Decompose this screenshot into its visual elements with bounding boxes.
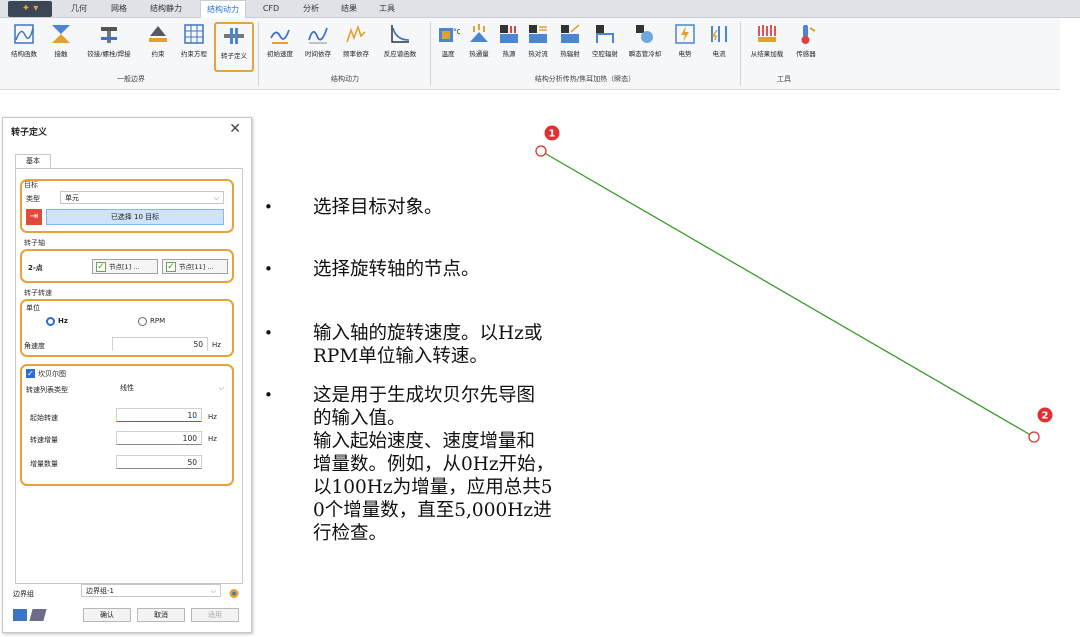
rotor-definition-dialog: 转子定义 ✕ 基本 目标 类型 单元 ⌵ ⇥ 已选择 10 目标 转子轴 2-点 …	[2, 117, 252, 633]
speed-increment-input[interactable]: 100	[116, 431, 202, 445]
apply-button[interactable]: 适用	[191, 608, 239, 622]
rotor-shaft-line[interactable]	[540, 150, 1035, 438]
start-speed-input[interactable]: 10	[116, 408, 202, 422]
boundary-group-select[interactable]: 边界组-1 ⌵	[81, 584, 221, 597]
campbell-checkbox[interactable]: ✓	[26, 369, 35, 378]
callout-number-2: 2	[1042, 411, 1049, 422]
node-2-select-button[interactable]: ✓ 节点[11] ...	[162, 259, 228, 274]
cancel-button[interactable]: 取消	[137, 608, 185, 622]
rpm-radio[interactable]	[138, 317, 147, 326]
chevron-down-icon: ⌵	[210, 587, 216, 595]
axis-method-label: 2-点	[28, 264, 43, 272]
boundary-settings-icon[interactable]	[227, 585, 241, 598]
select-target-icon[interactable]: ⇥	[26, 209, 42, 225]
chevron-down-icon: ⌵	[218, 384, 224, 392]
ok-button[interactable]: 确认	[83, 608, 131, 622]
type-label: 类型	[26, 195, 40, 203]
increment-count-input[interactable]: 50	[116, 455, 202, 469]
bullet-text-speed: 输入轴的旋转速度。以Hz或 RPM单位输入转速。	[313, 323, 543, 367]
bullet-dot: •	[264, 324, 273, 342]
close-icon[interactable]: ✕	[229, 121, 241, 137]
speed-section-label: 转子转速	[24, 289, 52, 297]
type-select[interactable]: 单元 ⌵	[60, 191, 224, 204]
speed-list-type-select[interactable]: 线性 ⌵	[116, 382, 228, 395]
boundary-group-label: 边界组	[13, 590, 34, 598]
target-section-label: 目标	[24, 181, 38, 189]
speed-list-type-label: 转速列表类型	[26, 386, 68, 394]
preview-icon[interactable]	[13, 609, 27, 621]
unit-label: 单位	[26, 304, 40, 312]
selected-targets-field[interactable]: 已选择 10 目标	[46, 209, 224, 225]
chevron-down-icon: ⌵	[213, 194, 219, 202]
check-icon: ✓	[96, 262, 106, 272]
speed-increment-unit: Hz	[208, 435, 217, 443]
hz-radio-label: Hz	[58, 317, 68, 325]
start-speed-label: 起始转速	[30, 414, 58, 422]
rpm-radio-label: RPM	[150, 317, 166, 325]
node-2-marker[interactable]	[1028, 431, 1040, 443]
speed-increment-label: 转速增量	[30, 436, 58, 444]
tab-basic[interactable]: 基本	[15, 154, 51, 168]
callout-number-1: 1	[549, 129, 556, 140]
angular-speed-unit: Hz	[212, 341, 221, 349]
bullet-dot: •	[264, 198, 273, 216]
node-1-marker[interactable]	[535, 145, 547, 157]
bullet-text-axis: 选择旋转轴的节点。	[313, 259, 480, 280]
eraser-icon[interactable]	[29, 609, 47, 621]
angular-speed-label: 角速度	[24, 342, 45, 350]
dialog-title: 转子定义	[11, 128, 48, 138]
node-1-select-button[interactable]: ✓ 节点[1] ...	[92, 259, 158, 274]
axis-section-label: 转子轴	[24, 239, 45, 247]
angular-speed-input[interactable]: 50	[112, 337, 208, 351]
hz-radio[interactable]	[46, 317, 55, 326]
bullet-dot: •	[264, 260, 273, 278]
basic-panel: 目标 类型 单元 ⌵ ⇥ 已选择 10 目标 转子轴 2-点 ✓ 节点[1] ...…	[15, 168, 243, 584]
increment-count-label: 增量数量	[30, 460, 58, 468]
bullet-text-target: 选择目标对象。	[313, 197, 443, 218]
bullet-text-campbell: 这是用于生成坎贝尔先导图 的输入值。 输入起始速度、速度增量和 增量数。例如，从…	[313, 385, 555, 544]
check-icon: ✓	[166, 262, 176, 272]
bullet-dot: •	[264, 386, 273, 404]
start-speed-unit: Hz	[208, 413, 217, 421]
campbell-checkbox-label: 坎贝尔图	[38, 370, 66, 378]
